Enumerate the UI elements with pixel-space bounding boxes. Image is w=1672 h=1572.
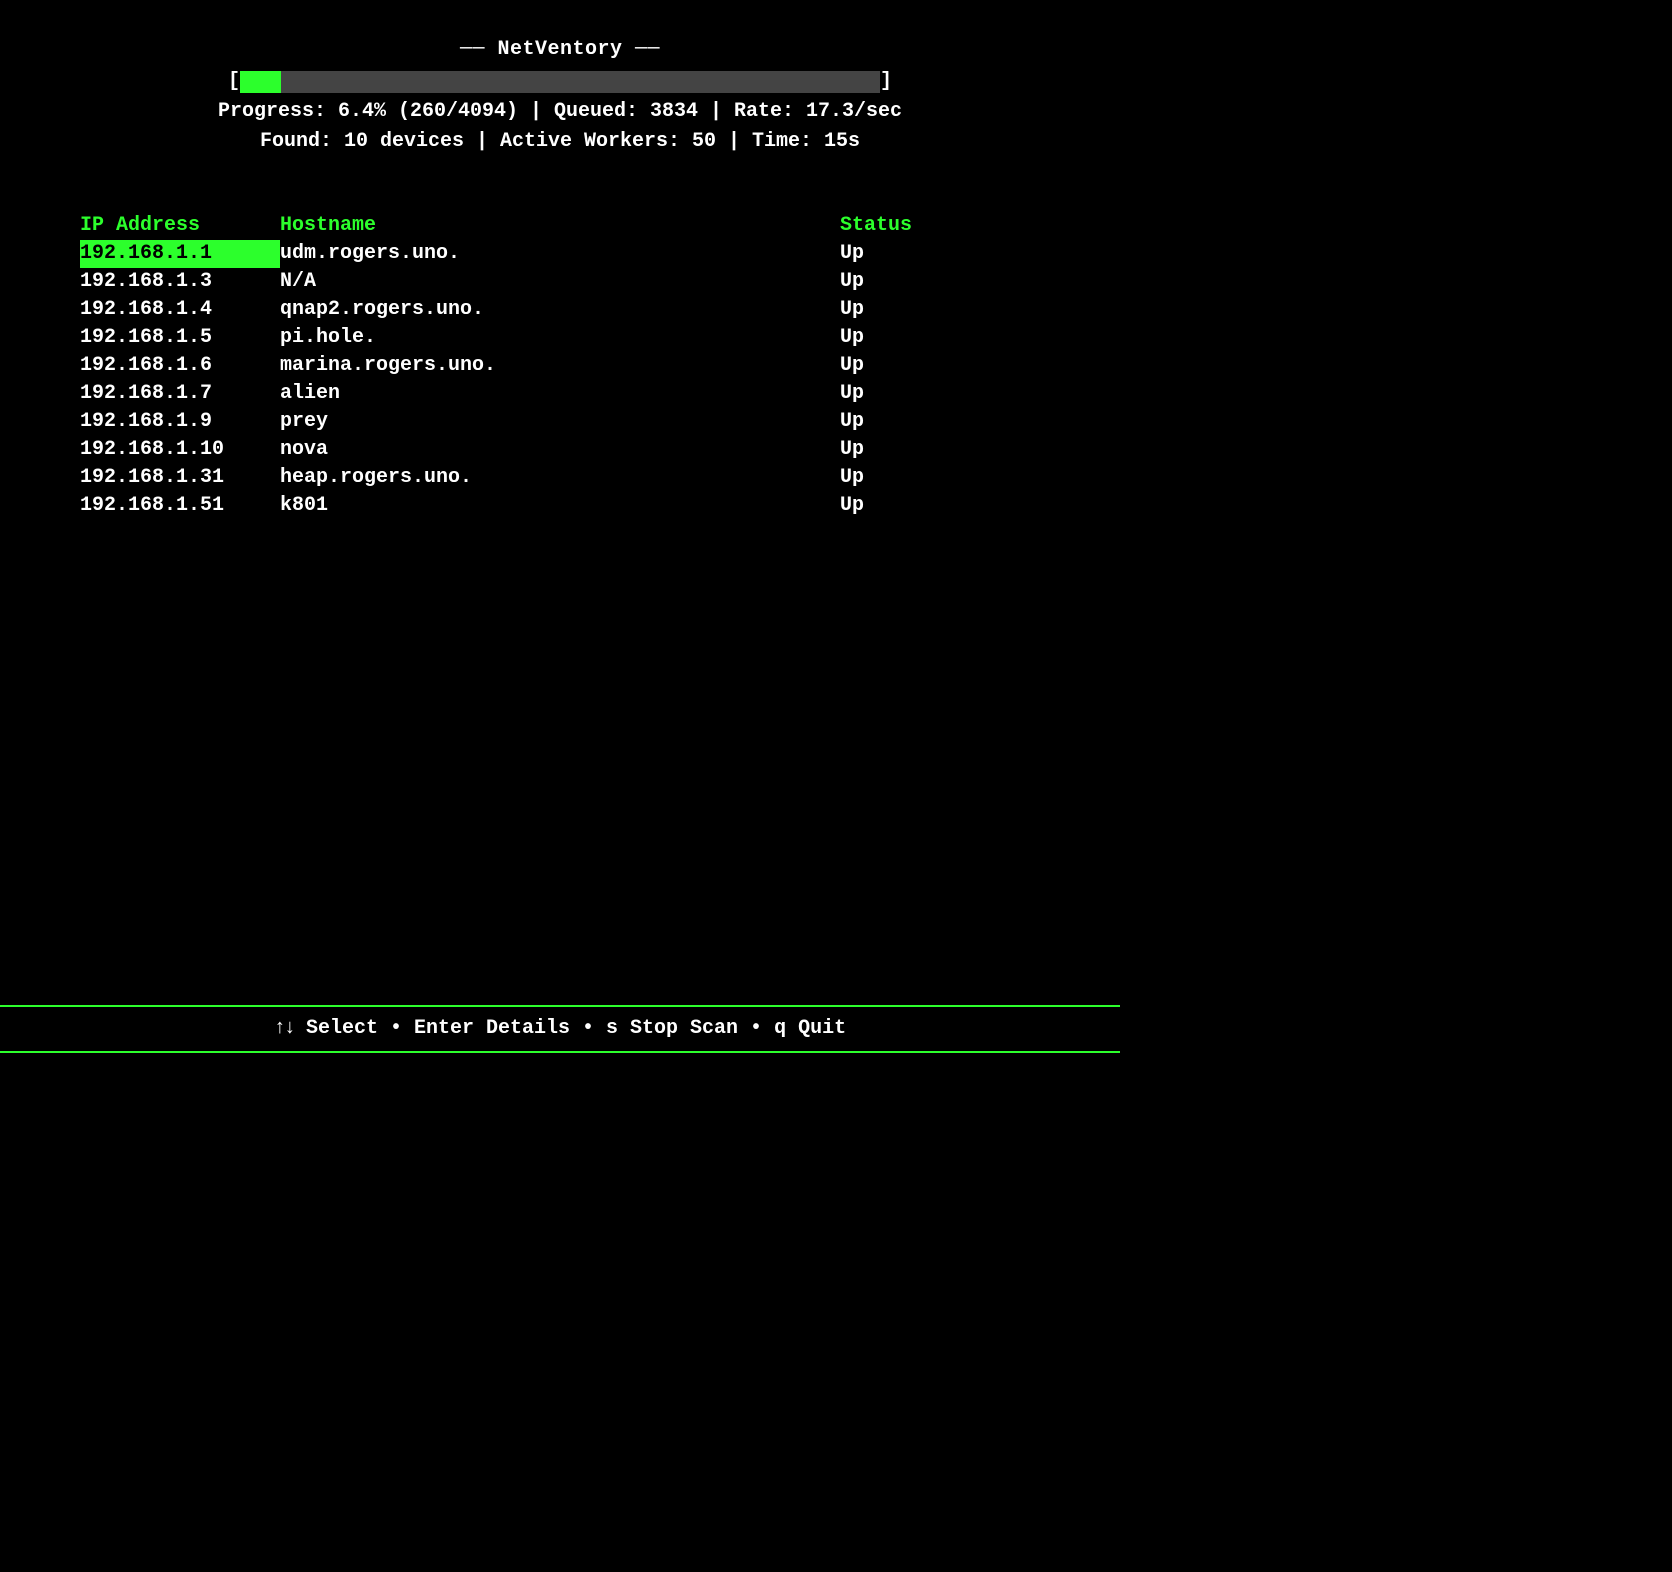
progress-stats-line-1: Progress: 6.4% (260/4094) | Queued: 3834… bbox=[0, 98, 1120, 126]
cell-ip: 192.168.1.4 bbox=[80, 296, 280, 324]
cell-status: Up bbox=[840, 352, 1040, 380]
cell-ip: 192.168.1.1 bbox=[80, 240, 280, 268]
keybind-select: Select bbox=[294, 1017, 390, 1040]
footer-keybinds: ↑↓ Select • Enter Details • s Stop Scan … bbox=[0, 1005, 1120, 1053]
cell-status: Up bbox=[840, 324, 1040, 352]
cell-ip: 192.168.1.9 bbox=[80, 408, 280, 436]
cell-hostname: k801 bbox=[280, 492, 840, 520]
progress-bar-line: [ ] bbox=[0, 68, 1120, 96]
cell-status: Up bbox=[840, 492, 1040, 520]
cell-status: Up bbox=[840, 408, 1040, 436]
column-header-ip[interactable]: IP Address bbox=[80, 212, 280, 240]
table-row[interactable]: 192.168.1.31heap.rogers.uno.Up bbox=[80, 464, 1040, 492]
cell-status: Up bbox=[840, 464, 1040, 492]
cell-ip: 192.168.1.3 bbox=[80, 268, 280, 296]
column-header-status[interactable]: Status bbox=[840, 212, 1040, 240]
progress-bar-fill bbox=[240, 71, 281, 93]
keybind-enter-details: Enter Details bbox=[414, 1017, 582, 1040]
table-row[interactable]: 192.168.1.7alienUp bbox=[80, 380, 1040, 408]
cell-hostname: heap.rogers.uno. bbox=[280, 464, 840, 492]
separator-dot: • bbox=[390, 1017, 414, 1040]
cell-hostname: nova bbox=[280, 436, 840, 464]
cell-status: Up bbox=[840, 380, 1040, 408]
cell-ip: 192.168.1.6 bbox=[80, 352, 280, 380]
cell-ip: 192.168.1.5 bbox=[80, 324, 280, 352]
keybind-stop-scan: s Stop Scan bbox=[606, 1017, 750, 1040]
arrow-up-down-icon: ↑↓ bbox=[274, 1017, 294, 1040]
app-title: ── NetVentory ── bbox=[0, 36, 1120, 64]
table-row[interactable]: 192.168.1.4qnap2.rogers.uno.Up bbox=[80, 296, 1040, 324]
table-row[interactable]: 192.168.1.5pi.hole.Up bbox=[80, 324, 1040, 352]
cell-status: Up bbox=[840, 240, 1040, 268]
table-row[interactable]: 192.168.1.3N/AUp bbox=[80, 268, 1040, 296]
progress-bar-track bbox=[240, 71, 880, 93]
table-row[interactable]: 192.168.1.10novaUp bbox=[80, 436, 1040, 464]
cell-hostname: qnap2.rogers.uno. bbox=[280, 296, 840, 324]
cell-hostname: prey bbox=[280, 408, 840, 436]
cell-hostname: udm.rogers.uno. bbox=[280, 240, 840, 268]
cell-status: Up bbox=[840, 268, 1040, 296]
keybind-quit: q Quit bbox=[774, 1017, 846, 1040]
header: ── NetVentory ── [ ] Progress: 6.4% (260… bbox=[0, 0, 1120, 156]
separator-dot: • bbox=[750, 1017, 774, 1040]
cell-hostname: marina.rogers.uno. bbox=[280, 352, 840, 380]
cell-status: Up bbox=[840, 296, 1040, 324]
table-row[interactable]: 192.168.1.1udm.rogers.uno.Up bbox=[80, 240, 1040, 268]
column-header-hostname[interactable]: Hostname bbox=[280, 212, 840, 240]
device-table: IP Address Hostname Status 192.168.1.1ud… bbox=[0, 212, 1120, 520]
separator-dot: • bbox=[582, 1017, 606, 1040]
cell-status: Up bbox=[840, 436, 1040, 464]
table-row[interactable]: 192.168.1.6marina.rogers.uno.Up bbox=[80, 352, 1040, 380]
cell-ip: 192.168.1.31 bbox=[80, 464, 280, 492]
bracket-open: [ bbox=[228, 68, 240, 96]
progress-stats-line-2: Found: 10 devices | Active Workers: 50 |… bbox=[0, 128, 1120, 156]
cell-ip: 192.168.1.7 bbox=[80, 380, 280, 408]
cell-hostname: N/A bbox=[280, 268, 840, 296]
cell-hostname: pi.hole. bbox=[280, 324, 840, 352]
table-header-row: IP Address Hostname Status bbox=[80, 212, 1040, 240]
table-row[interactable]: 192.168.1.9preyUp bbox=[80, 408, 1040, 436]
table-row[interactable]: 192.168.1.51k801Up bbox=[80, 492, 1040, 520]
cell-hostname: alien bbox=[280, 380, 840, 408]
cell-ip: 192.168.1.51 bbox=[80, 492, 280, 520]
cell-ip: 192.168.1.10 bbox=[80, 436, 280, 464]
bracket-close: ] bbox=[880, 68, 892, 96]
